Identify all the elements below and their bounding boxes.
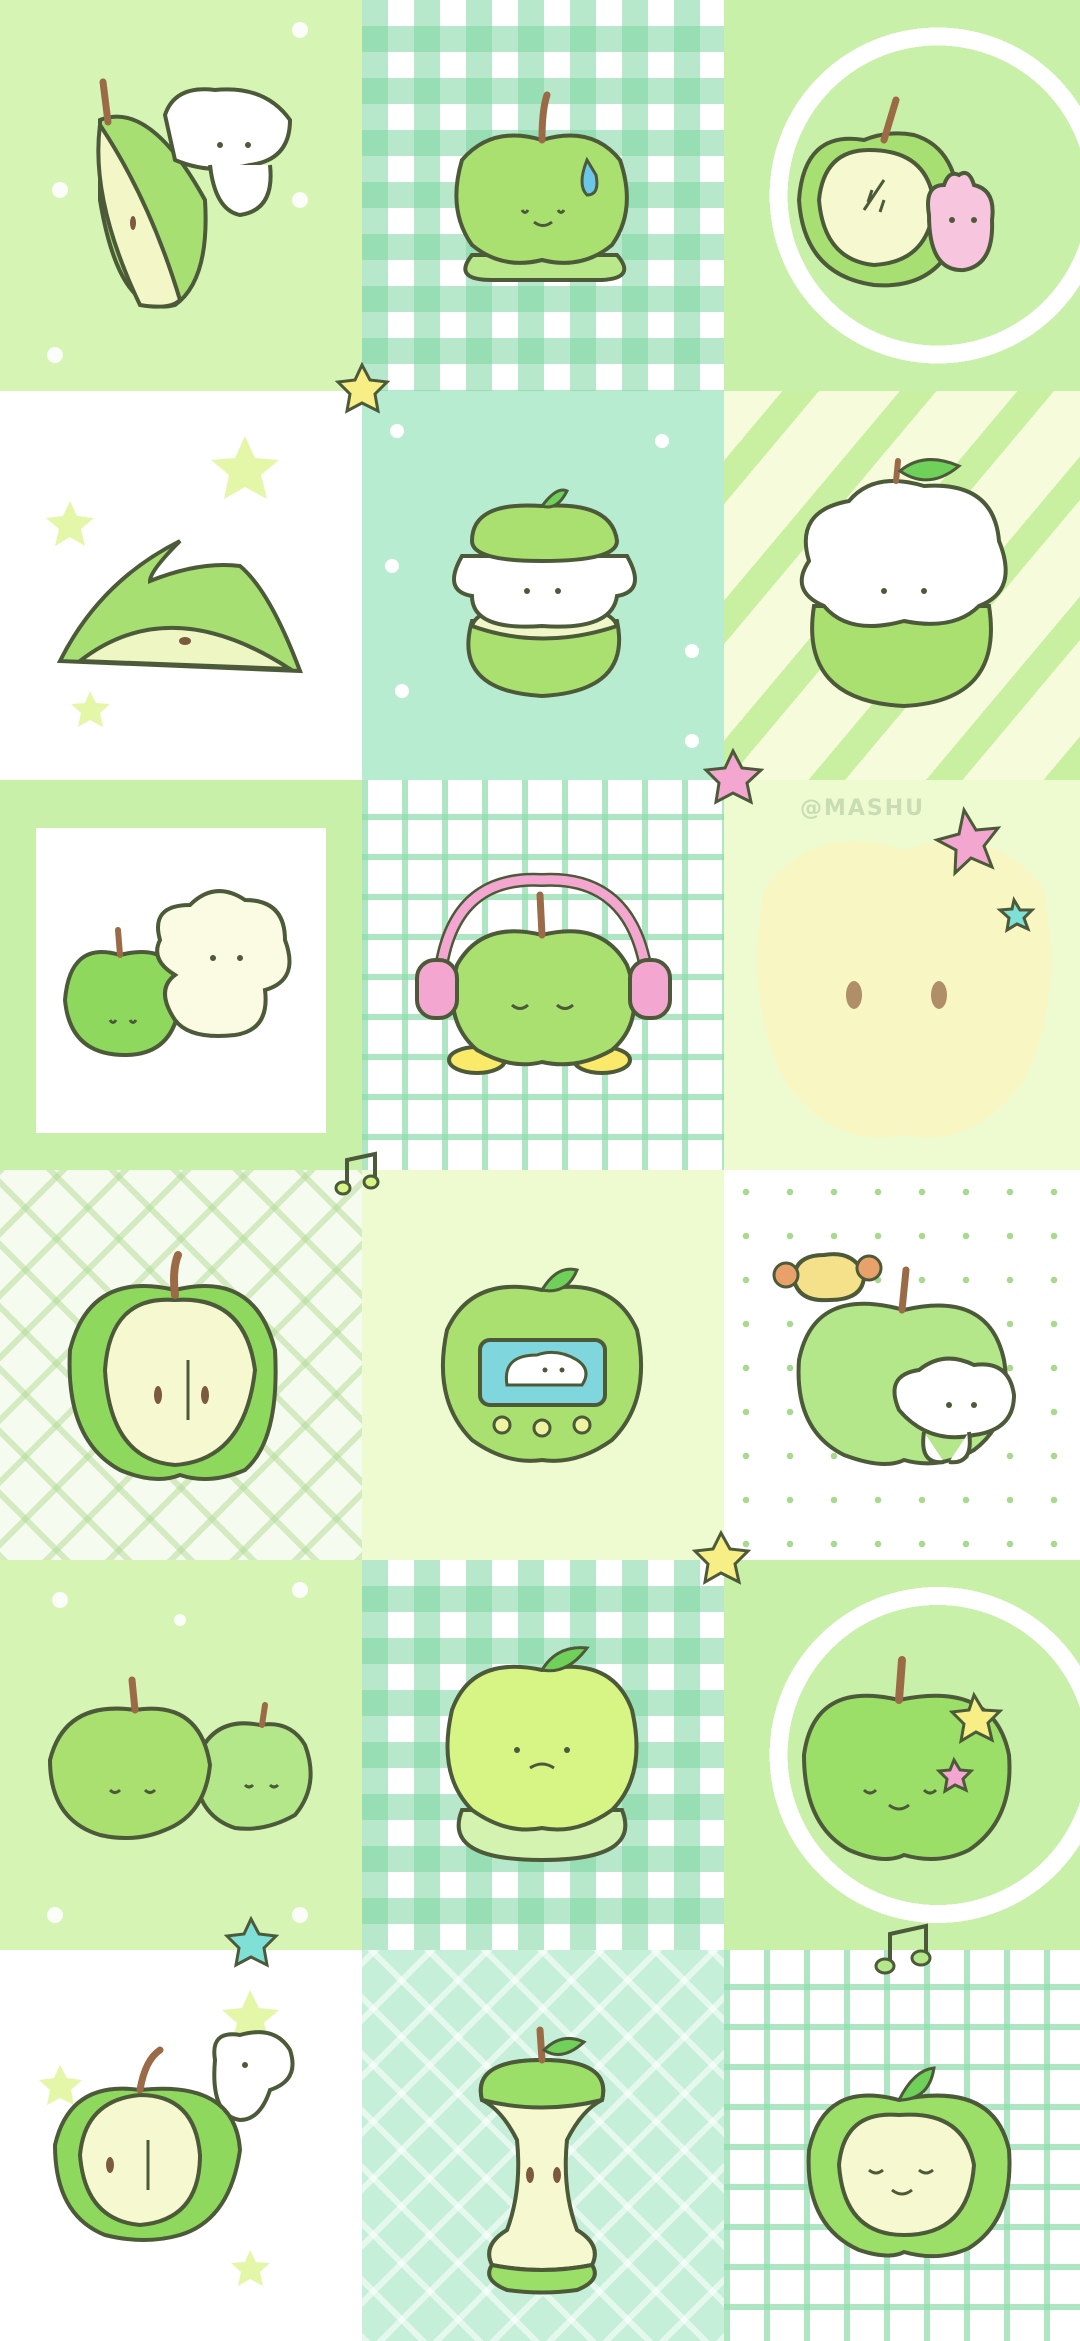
apple-peel-art <box>46 436 303 727</box>
apple-wedge-puppy-art <box>47 22 308 363</box>
tile-apple-two-puppies <box>724 1170 1080 1560</box>
apple-two-puppies-art <box>772 1252 1017 1466</box>
tile-apple-device <box>362 1170 724 1560</box>
tile-apple-ring-face <box>724 1950 1080 2341</box>
music-note-icon <box>334 1151 380 1196</box>
tile-apple-core <box>362 1950 724 2341</box>
tile-sweating-apple <box>362 0 724 391</box>
tile-apple-wedge-puppy <box>0 0 362 391</box>
tile-sad-apple <box>362 1560 724 1950</box>
tile-happy-apple-stars <box>724 1560 1080 1950</box>
tile-apple-pink-bunny <box>724 0 1080 391</box>
pink-star-icon <box>702 748 765 805</box>
apple-cross-section-art <box>67 1251 278 1481</box>
sad-apple-art <box>445 1646 639 1863</box>
apple-wallpaper: @MASHU <box>0 0 1080 2341</box>
two-apples-art <box>47 1582 313 1923</box>
yellow-star-icon <box>691 1530 752 1585</box>
tile-apple-cross-section <box>0 1170 362 1560</box>
tile-apple-sandwich <box>362 391 724 780</box>
apple-core-art <box>478 2026 606 2295</box>
apple-half-puppy-art <box>39 1990 295 2286</box>
apple-fluffy-puppy-art <box>62 889 292 1058</box>
tile-apple-half-puppy <box>0 1950 362 2341</box>
apple-pink-bunny-art <box>796 96 995 288</box>
tile-apple-fluffy-puppy <box>0 780 362 1170</box>
tile-apple-headphones <box>362 780 724 1170</box>
yellow-star-icon <box>334 362 391 414</box>
music-note-icon <box>874 1923 932 1975</box>
tile-giant-apple: @MASHU <box>724 780 1080 1170</box>
artist-watermark: @MASHU <box>800 796 926 821</box>
apple-ring-face-art <box>806 2066 1012 2259</box>
tile-apple-peel <box>0 391 362 780</box>
apple-sandwich-art <box>385 424 699 748</box>
happy-apple-stars-art <box>801 1656 1012 1861</box>
blue-star-icon <box>223 1916 280 1968</box>
apple-device-art <box>440 1267 644 1463</box>
sweating-apple-art <box>454 91 629 282</box>
tile-apple-cream-puppy <box>724 391 1080 780</box>
apple-headphones-art <box>415 872 672 1075</box>
apple-cream-puppy-art <box>799 458 1008 709</box>
tile-two-apples <box>0 1560 362 1950</box>
giant-apple-art <box>757 805 1051 1138</box>
